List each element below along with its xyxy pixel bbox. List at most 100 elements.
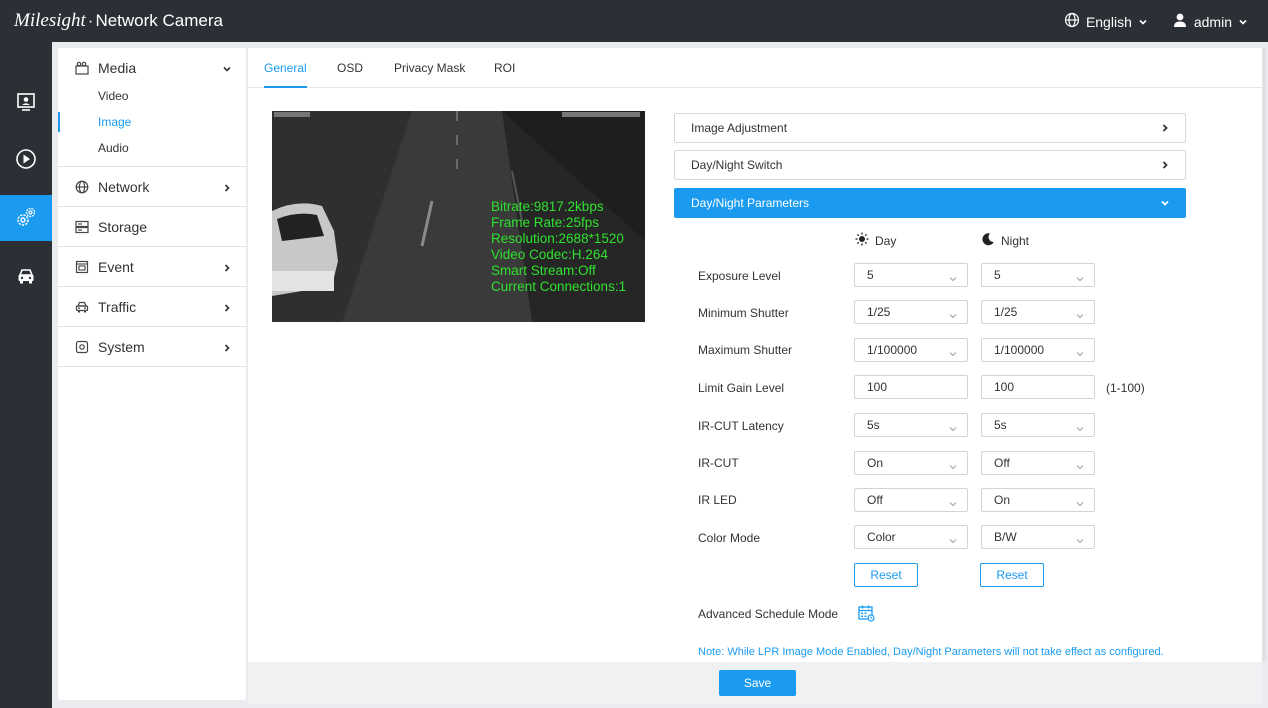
user-name: admin xyxy=(1193,13,1232,30)
user-icon xyxy=(1172,12,1188,31)
chevron-right-icon xyxy=(1159,159,1171,174)
color-mode-label: Color Mode xyxy=(698,531,761,545)
content-panel: General OSD Privacy Mask ROI Bitrate:981… xyxy=(248,48,1262,704)
sidebar-subitem-audio[interactable]: Audio xyxy=(58,135,246,161)
ircut-night-select[interactable]: Off xyxy=(981,451,1095,475)
chevron-down-icon xyxy=(948,457,958,479)
sidebar-subitem-image[interactable]: Image xyxy=(58,109,246,135)
vehicle-button[interactable] xyxy=(0,254,52,300)
accordion-label: Day/Night Switch xyxy=(691,158,783,172)
playback-button[interactable] xyxy=(0,137,52,183)
chevron-right-icon xyxy=(1159,122,1171,137)
brand-product: Network Camera xyxy=(95,11,223,30)
minimum-shutter-day-select[interactable]: 1/25 xyxy=(854,300,968,324)
sun-icon xyxy=(855,232,869,249)
sidebar-item-system[interactable]: System xyxy=(58,327,246,366)
osd-line-bitrate: Bitrate:9817.2kbps xyxy=(491,199,604,214)
limit-gain-night-input[interactable]: 100 xyxy=(981,375,1095,399)
ir-led-label: IR LED xyxy=(698,493,737,507)
tab-bar: General OSD Privacy Mask ROI xyxy=(248,48,1262,88)
chevron-down-icon xyxy=(948,269,958,291)
sidebar-item-storage[interactable]: Storage xyxy=(58,207,246,246)
chevron-right-icon xyxy=(222,260,232,276)
page: Media Video Image Audio Network Storage … xyxy=(52,42,1268,708)
save-button[interactable]: Save xyxy=(719,670,796,696)
accordion-label: Image Adjustment xyxy=(691,121,788,135)
sidebar-item-label: Storage xyxy=(98,218,148,235)
user-menu[interactable]: admin xyxy=(1172,12,1248,31)
settings-icon xyxy=(15,206,37,231)
sidebar-item-media[interactable]: Media xyxy=(58,48,246,87)
settings-button[interactable] xyxy=(0,195,52,241)
scrollbar[interactable] xyxy=(1262,48,1266,662)
chevron-down-icon xyxy=(948,494,958,516)
limit-gain-level-label: Limit Gain Level xyxy=(698,381,785,395)
sidebar-group-traffic: Traffic xyxy=(58,287,246,327)
event-icon xyxy=(74,259,90,275)
accordion-label: Day/Night Parameters xyxy=(691,196,810,210)
footer-bar: Save xyxy=(248,662,1262,704)
sidebar-item-traffic[interactable]: Traffic xyxy=(58,287,246,326)
osd-line-resolution: Resolution:2688*1520 xyxy=(491,231,624,246)
sidebar-subitem-video[interactable]: Video xyxy=(58,83,246,109)
chevron-right-icon xyxy=(222,300,232,316)
day-column-header: Day xyxy=(855,232,896,249)
chevron-down-icon xyxy=(1238,14,1248,30)
limit-gain-day-input[interactable]: 100 xyxy=(854,375,968,399)
ircut-label: IR-CUT xyxy=(698,456,739,470)
chevron-down-icon xyxy=(1075,457,1085,479)
tab-general[interactable]: General xyxy=(264,48,307,88)
maximum-shutter-night-select[interactable]: 1/100000 xyxy=(981,338,1095,362)
sidebar-item-network[interactable]: Network xyxy=(58,167,246,206)
maximum-shutter-label: Maximum Shutter xyxy=(698,343,793,357)
color-mode-night-select[interactable]: B/W xyxy=(981,525,1095,549)
color-mode-day-select[interactable]: Color xyxy=(854,525,968,549)
ircut-latency-day-select[interactable]: 5s xyxy=(854,413,968,437)
advanced-schedule-label: Advanced Schedule Mode xyxy=(698,607,839,621)
ir-led-night-select[interactable]: On xyxy=(981,488,1095,512)
sidebar-item-event[interactable]: Event xyxy=(58,247,246,286)
ircut-day-select[interactable]: On xyxy=(854,451,968,475)
reset-night-button[interactable]: Reset xyxy=(980,563,1044,587)
chevron-down-icon xyxy=(1138,14,1148,30)
sidebar-item-label: Traffic xyxy=(98,298,137,315)
system-icon xyxy=(74,339,90,355)
video-preview: Bitrate:9817.2kbps Frame Rate:25fps Reso… xyxy=(272,111,645,322)
live-view-icon xyxy=(16,92,36,115)
brand-separator: · xyxy=(87,11,94,30)
maximum-shutter-day-select[interactable]: 1/100000 xyxy=(854,338,968,362)
storage-icon xyxy=(74,219,90,235)
exposure-level-label: Exposure Level xyxy=(698,269,781,283)
tab-roi[interactable]: ROI xyxy=(494,48,515,88)
ir-led-day-select[interactable]: Off xyxy=(854,488,968,512)
chevron-down-icon xyxy=(1075,344,1085,366)
language-selector[interactable]: English xyxy=(1064,12,1148,31)
reset-day-button[interactable]: Reset xyxy=(854,563,918,587)
live-view-button[interactable] xyxy=(0,80,52,126)
accordion-image-adjustment[interactable]: Image Adjustment xyxy=(674,113,1186,143)
sidebar-item-label: System xyxy=(98,338,145,355)
chevron-down-icon xyxy=(1075,306,1085,328)
calendar-icon[interactable] xyxy=(857,604,875,625)
osd-line-frame-rate: Frame Rate:25fps xyxy=(491,215,600,230)
osd-overlay: Bitrate:9817.2kbps Frame Rate:25fps Reso… xyxy=(491,199,626,295)
chevron-down-icon xyxy=(948,419,958,441)
accordion-day-night-switch[interactable]: Day/Night Switch xyxy=(674,150,1186,180)
accordion-day-night-parameters[interactable]: Day/Night Parameters xyxy=(674,188,1186,218)
chevron-down-icon xyxy=(1159,197,1171,212)
vehicle-icon xyxy=(16,266,36,289)
chevron-down-icon xyxy=(948,306,958,328)
ircut-latency-night-select[interactable]: 5s xyxy=(981,413,1095,437)
night-label: Night xyxy=(1001,233,1030,248)
exposure-level-day-select[interactable]: 5 xyxy=(854,263,968,287)
exposure-level-night-select[interactable]: 5 xyxy=(981,263,1095,287)
limit-gain-range-hint: (1-100) xyxy=(1106,381,1145,395)
minimum-shutter-night-select[interactable]: 1/25 xyxy=(981,300,1095,324)
tab-osd[interactable]: OSD xyxy=(337,48,363,88)
car-icon xyxy=(74,299,90,315)
sidebar-group-storage: Storage xyxy=(58,207,246,247)
chevron-right-icon xyxy=(222,180,232,196)
tab-privacy-mask[interactable]: Privacy Mask xyxy=(394,48,465,88)
chevron-down-icon xyxy=(1075,494,1085,516)
osd-line-smart-stream: Smart Stream:Off xyxy=(491,263,596,278)
